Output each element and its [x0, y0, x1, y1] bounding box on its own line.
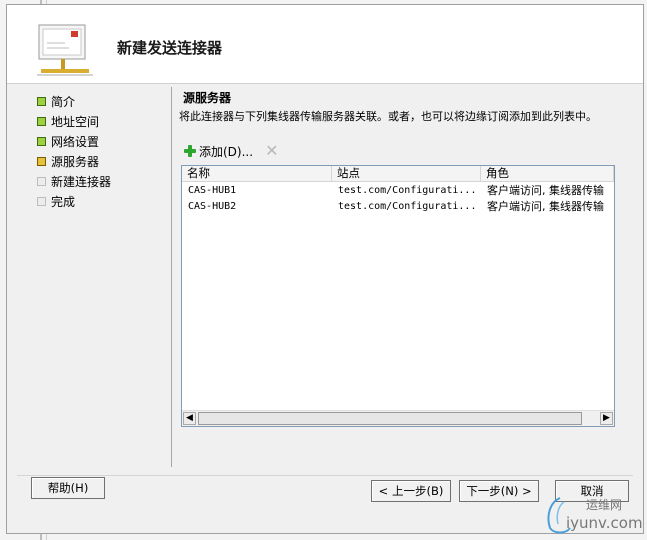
server-role: 客户端访问, 集线器传输 [487, 200, 604, 213]
step-label: 简介 [51, 94, 76, 109]
step-label: 新建连接器 [51, 174, 112, 189]
table-row[interactable]: CAS-HUB1 test.com/Configurati... 客户端访问, … [182, 183, 614, 199]
column-header-name[interactable]: 名称 [182, 166, 332, 181]
step-current-icon [37, 156, 46, 166]
footer-divider [17, 475, 633, 476]
column-header-role[interactable]: 角色 [481, 166, 614, 181]
add-server-button[interactable]: 添加(D)... [183, 143, 253, 160]
scroll-left-icon[interactable]: ◀ [183, 412, 196, 425]
add-label: 添加(D)... [199, 144, 254, 159]
server-site: test.com/Configurati... [338, 201, 477, 212]
step-label: 网络设置 [51, 134, 100, 149]
step-address-space[interactable]: 地址空间 [37, 111, 167, 131]
step-label: 源服务器 [51, 154, 100, 169]
step-finish: 完成 [37, 191, 167, 211]
section-title: 源服务器 [183, 91, 232, 105]
step-pending-icon [37, 176, 46, 186]
server-name: CAS-HUB2 [188, 201, 237, 212]
list-header: 名称 站点 角色 [182, 166, 614, 182]
step-complete-icon [37, 116, 46, 126]
step-complete-icon [37, 136, 46, 146]
next-button[interactable]: 下一步(N) > [459, 480, 539, 502]
watermark-bottom-text: iyunv.com [566, 514, 643, 532]
remove-icon[interactable]: ✕ [265, 143, 278, 159]
step-intro[interactable]: 简介 [37, 91, 167, 111]
column-header-site[interactable]: 站点 [332, 166, 481, 181]
step-network-settings[interactable]: 网络设置 [37, 131, 167, 151]
watermark: 运维网 iyunv.com [540, 494, 645, 536]
server-toolbar: 添加(D)... ✕ [183, 141, 278, 161]
section-description: 将此连接器与下列集线器传输服务器关联。或者，也可以将边缘订阅添加到此列表中。 [179, 110, 597, 123]
scroll-thumb[interactable] [198, 412, 582, 425]
step-new-connector: 新建连接器 [37, 171, 167, 191]
server-site: test.com/Configurati... [338, 185, 477, 196]
wizard-header: 新建发送连接器 [7, 5, 643, 84]
wizard-title: 新建发送连接器 [117, 39, 223, 57]
server-name: CAS-HUB1 [188, 185, 237, 196]
table-row[interactable]: CAS-HUB2 test.com/Configurati... 客户端访问, … [182, 199, 614, 215]
step-complete-icon [37, 96, 46, 106]
watermark-top-text: 运维网 [586, 498, 623, 512]
nav-divider [171, 87, 172, 467]
help-button[interactable]: 帮助(H) [31, 477, 105, 499]
step-label: 完成 [51, 194, 76, 209]
back-button[interactable]: < 上一步(B) [371, 480, 451, 502]
step-label: 地址空间 [51, 114, 100, 129]
server-role: 客户端访问, 集线器传输 [487, 184, 604, 197]
server-list[interactable]: 名称 站点 角色 CAS-HUB1 test.com/Configurati..… [181, 165, 615, 427]
send-connector-icon [37, 24, 93, 76]
step-source-server[interactable]: 源服务器 [37, 151, 167, 171]
scroll-right-icon[interactable]: ▶ [600, 412, 613, 425]
horizontal-scrollbar[interactable]: ◀ ▶ [182, 410, 614, 426]
step-pending-icon [37, 196, 46, 206]
wizard-dialog: 新建发送连接器 简介 地址空间 网络设置 源服务器 新建连接器 完成 源服务器 [6, 4, 644, 534]
add-icon [183, 144, 197, 158]
